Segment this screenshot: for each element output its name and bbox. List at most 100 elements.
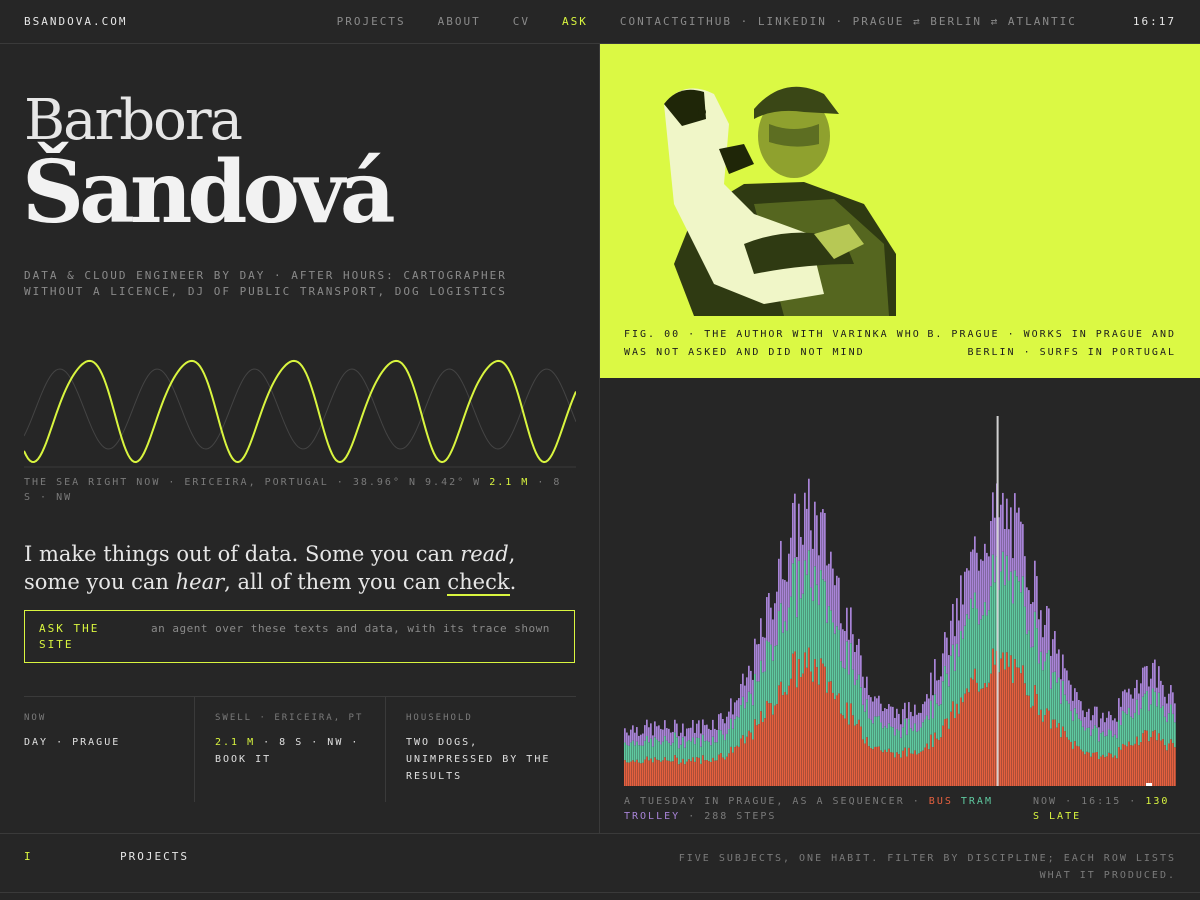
sequencer-bar-trolley	[1162, 684, 1164, 706]
sequencer-bar-trolley	[800, 536, 802, 599]
sequencer-bar-bus	[968, 692, 970, 786]
sequencer-bar-bus	[632, 760, 634, 786]
sequencer-bar-tram	[950, 655, 952, 712]
sequencer-bar-bus	[1108, 752, 1110, 786]
sequencer-bar-tram	[1114, 734, 1116, 756]
sequencer-bar-trolley	[900, 724, 902, 738]
sequencer-bar-bus	[768, 703, 770, 786]
sequencer-bar-trolley	[1110, 715, 1112, 731]
sequencer-bar-trolley	[1140, 683, 1142, 709]
sequencer-bar-tram	[706, 740, 708, 761]
sequencer-bar-tram	[1008, 580, 1010, 667]
sequencer-bar-bus	[716, 760, 718, 786]
sequencer-bar-bus	[1166, 750, 1168, 786]
sequencer-bar-tram	[1026, 634, 1028, 696]
sequencer-bar-trolley	[864, 687, 866, 712]
tagline: DATA & CLOUD ENGINEER BY DAY · AFTER HOU…	[24, 269, 507, 298]
stat-swell: SWELL · ERICEIRA, PT 2.1 M · 8 S · NW · …	[195, 697, 386, 802]
sequencer-bar-tram	[846, 641, 848, 703]
sequencer-bar-bus	[798, 659, 800, 786]
sequencer-bar-bus	[754, 719, 756, 786]
sequencer-bar-bus	[816, 667, 818, 786]
sequencer-bar-bus	[872, 749, 874, 786]
legend-trolley[interactable]: TROLLEY	[624, 811, 680, 822]
sequencer-bar-tram	[968, 618, 970, 693]
sequencer-bar-bus	[1084, 754, 1086, 786]
ask-label: ASK THE SITE	[39, 622, 100, 651]
sequencer-bar-tram	[952, 644, 954, 702]
legend-tram[interactable]: TRAM	[961, 796, 993, 807]
sequencer-bar-tram	[1100, 733, 1102, 757]
sequencer-bar-bus	[626, 762, 628, 786]
sequencer-bar-tram	[810, 587, 812, 672]
sequencer-bar-trolley	[628, 735, 630, 746]
nav-cv[interactable]: CV	[513, 15, 530, 28]
sequencer-bar-bus	[878, 746, 880, 786]
sequencer-bar-trolley	[714, 728, 716, 743]
intro-hear: hear	[175, 570, 225, 594]
sequencer-bar-tram	[1166, 721, 1168, 751]
sequencer-bar-bus	[1128, 741, 1130, 786]
sequencer-bar-tram	[1056, 682, 1058, 728]
sequencer-bar-trolley	[1070, 684, 1072, 711]
check-link[interactable]: check	[447, 570, 510, 596]
nav-contact[interactable]: CONTACT	[620, 15, 680, 28]
stat-value: 2.1 M · 8 S · NW · BOOK IT	[215, 734, 371, 768]
legend-bus[interactable]: BUS	[929, 796, 953, 807]
nav-ask[interactable]: ASK	[562, 15, 588, 28]
sequencer-bar-tram	[1010, 571, 1012, 656]
sequencer-bar-bus	[1058, 723, 1060, 786]
sequencer-bar-bus	[918, 753, 920, 786]
sequencer-bar-bus	[1026, 695, 1028, 786]
sequencer-bar-bus	[796, 687, 798, 786]
sequencer-bar-bus	[1130, 745, 1132, 786]
sequencer-bar-trolley	[656, 726, 658, 740]
sequencer-bar-tram	[1142, 696, 1144, 734]
intro-read: read	[460, 542, 509, 566]
ask-the-site-button[interactable]: ASK THE SITE an agent over these texts a…	[24, 610, 575, 663]
sequencer-bar-bus	[1056, 727, 1058, 786]
sequencer-bar-bus	[1080, 749, 1082, 786]
sequencer-bar-trolley	[794, 493, 796, 558]
sequencer-bar-bus	[624, 760, 626, 786]
sequencer-bar-trolley	[926, 694, 928, 716]
sequencer-bar-bus	[644, 759, 646, 786]
nav-about[interactable]: ABOUT	[438, 15, 481, 28]
sequencer-bar-tram	[1048, 650, 1050, 711]
sequencer-bar-trolley	[728, 711, 730, 730]
location-links[interactable]: GITHUB · LINKEDIN · PRAGUE ⇄ BERLIN ⇄ AT…	[680, 15, 1077, 28]
sequencer-bar-tram	[692, 737, 694, 758]
sequencer-bar-trolley	[1068, 680, 1070, 704]
nav-projects[interactable]: PROJECTS	[337, 15, 406, 28]
sequencer-bar-bus	[636, 759, 638, 786]
sequencer-bar-bus	[654, 757, 656, 786]
sequencer-bar-tram	[748, 691, 750, 731]
sequencer-bar-bus	[704, 760, 706, 786]
sequencer-bar-tram	[906, 734, 908, 757]
sequencer-bar-tram	[1110, 730, 1112, 754]
sequencer-bar-tram	[1006, 555, 1008, 653]
section-title[interactable]: PROJECTS	[120, 850, 189, 863]
sequencer-bar-trolley	[1168, 693, 1170, 714]
intro-paragraph: I make things out of data. Some you can …	[24, 540, 576, 596]
sequencer-bar-trolley	[938, 679, 940, 706]
sequencer-bar-trolley	[974, 536, 976, 593]
sequencer-bar-tram	[630, 742, 632, 762]
sequencer-bar-trolley	[642, 733, 644, 746]
sequencer-bar-tram	[1052, 672, 1054, 720]
sequencer-bar-bus	[700, 763, 702, 786]
sequencer-bar-bus	[884, 749, 886, 786]
sequencer-bar-trolley	[720, 713, 722, 731]
sequencer-bar-tram	[732, 728, 734, 753]
sequencer-bar-tram	[842, 667, 844, 716]
sequencer-bar-bus	[766, 700, 768, 786]
sequencer-bar-bus	[792, 653, 794, 786]
sequencer-bar-trolley	[638, 735, 640, 746]
sequencer-bar-bus	[824, 666, 826, 786]
sequencer-bar-tram	[960, 630, 962, 698]
sequencer-bar-bus	[706, 760, 708, 786]
sequencer-bar-trolley	[1130, 694, 1132, 717]
sequencer-bar-tram	[648, 742, 650, 761]
sequencer-bar-bus	[1162, 739, 1164, 786]
site-brand-link[interactable]: BSANDOVA.COM	[24, 15, 127, 28]
